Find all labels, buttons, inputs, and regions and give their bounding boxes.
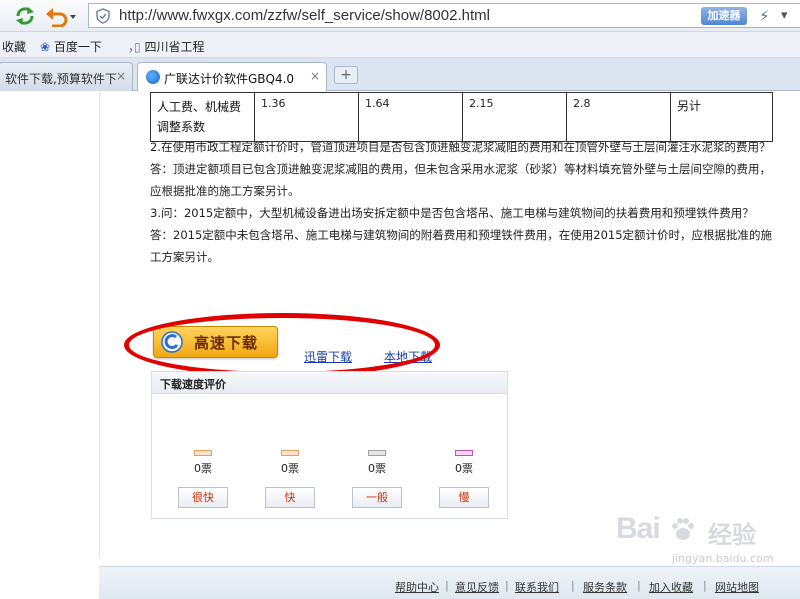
vote-count: 0票	[455, 462, 473, 475]
accelerator-button[interactable]: 加速器	[701, 7, 747, 25]
vote-slow-button[interactable]: 慢	[439, 487, 489, 508]
browser-toolbar: http://www.fwxgx.com/zzfw/self_service/s…	[0, 0, 800, 32]
bookmark-baidu[interactable]: ❀ 百度一下	[40, 38, 102, 55]
question-3: 3.问：2015定额中，大型机械设备进出场安拆定额中是否包含塔吊、施工电梯与建筑…	[150, 206, 754, 220]
rating-option-slow: 0票 慢	[434, 450, 494, 508]
table-cell-note: 另计	[670, 92, 773, 142]
vote-very-fast-button[interactable]: 很快	[178, 487, 228, 508]
tab-strip: 软件下载,预算软件下 × 广联达计价软件GBQ4.0 × +	[0, 58, 800, 91]
page-icon: ▯	[134, 40, 141, 54]
bookmarks-bar: 收藏 ❀ 百度一下 ， ▯ 四川省工程	[0, 32, 800, 58]
download-speed-rating-panel: 下载速度评价 0票 很快 0票 快 0票 一般 0票 慢	[151, 371, 508, 519]
footer-contact-link[interactable]: 联系我们	[515, 579, 559, 595]
table-row: 人工费、机械费调整系数 1.36 1.64 2.15 2.8 另计	[150, 92, 773, 142]
vote-bar	[455, 450, 473, 456]
rating-option-average: 0票 一般	[347, 450, 407, 508]
bookmark-baidu-label: 百度一下	[53, 40, 102, 54]
bookmark-sichuan[interactable]: ▯ 四川省工程	[134, 38, 204, 55]
footer-separator: |	[571, 579, 575, 592]
close-icon[interactable]: ×	[116, 69, 126, 83]
baidu-paw-icon: ❀	[40, 40, 51, 54]
vote-count: 0票	[194, 462, 212, 475]
rating-option-fast: 0票 快	[260, 450, 320, 508]
coefficient-table: 人工费、机械费调整系数 1.36 1.64 2.15 2.8 另计	[150, 92, 773, 142]
more-icon[interactable]: ▾	[781, 8, 788, 23]
footer-separator: |	[637, 579, 641, 592]
rating-header: 下载速度评价	[152, 372, 507, 394]
rating-title: 下载速度评价	[160, 378, 226, 391]
footer-separator: |	[445, 579, 449, 592]
vote-count: 0票	[281, 462, 299, 475]
close-icon[interactable]: ×	[310, 69, 320, 83]
baidu-paw-icon	[672, 518, 694, 540]
refresh-icon[interactable]	[14, 5, 36, 27]
watermark-brand: Bai	[616, 512, 661, 545]
tab-software-download[interactable]: 软件下载,预算软件下 ×	[0, 62, 133, 91]
vote-count: 0票	[368, 462, 386, 475]
tab-glodon-gbq[interactable]: 广联达计价软件GBQ4.0 ×	[137, 62, 327, 91]
table-cell-value: 1.64	[358, 92, 463, 142]
tab-label: 广联达计价软件GBQ4.0	[164, 72, 295, 86]
lightning-icon[interactable]: ⚡	[759, 7, 770, 25]
site-favicon-icon	[146, 70, 160, 84]
address-bar[interactable]: http://www.fwxgx.com/zzfw/self_service/s…	[88, 3, 800, 28]
table-cell-value: 1.36	[254, 92, 359, 142]
footer-bookmark-link[interactable]: 加入收藏	[649, 579, 693, 595]
table-cell-label: 人工费、机械费调整系数	[150, 92, 255, 142]
url-text[interactable]: http://www.fwxgx.com/zzfw/self_service/s…	[119, 7, 490, 24]
vote-fast-button[interactable]: 快	[265, 487, 315, 508]
content-left-border	[99, 92, 100, 558]
tab-label: 软件下载,预算软件下	[5, 72, 117, 86]
table-cell-value: 2.15	[462, 92, 567, 142]
bookmark-sichuan-label: 四川省工程	[144, 40, 205, 54]
answer-3: 答：2015定额中未包含塔吊、施工电梯与建筑物间的附着费用和预埋铁件费用，在使用…	[150, 228, 773, 264]
footer-help-link[interactable]: 帮助中心	[395, 579, 439, 595]
security-shield-icon	[96, 8, 110, 24]
answer-2: 答：顶进定额项目已包含顶进触变泥浆减阻的费用，但未包含采用水泥浆（砂浆）等材料填…	[150, 162, 771, 198]
highlight-oval	[124, 313, 440, 377]
footer-feedback-link[interactable]: 意见反馈	[455, 579, 499, 595]
rating-option-very-fast: 0票 很快	[173, 450, 233, 508]
new-tab-button[interactable]: +	[334, 66, 358, 84]
footer-separator: |	[703, 579, 707, 592]
vote-bar	[368, 450, 386, 456]
watermark-suffix: 经验	[708, 521, 756, 549]
question-2: 2.在使用市政工程定额计价时，管道顶进项目是否包含顶进触变泥浆减阻的费用和在顶管…	[150, 140, 771, 154]
vote-bar	[281, 450, 299, 456]
footer-terms-link[interactable]: 服务条款	[583, 579, 627, 595]
vote-bar	[194, 450, 212, 456]
footer-sitemap-link[interactable]: 网站地图	[715, 579, 759, 595]
faq-article: 2.在使用市政工程定额计价时，管道顶进项目是否包含顶进触变泥浆减阻的费用和在顶管…	[150, 136, 780, 268]
vote-average-button[interactable]: 一般	[352, 487, 402, 508]
baidu-jingyan-watermark: Bai 经验 jingyan.baidu.com	[616, 512, 786, 572]
undo-icon[interactable]	[44, 5, 80, 27]
bookmark-favorites[interactable]: 收藏	[2, 38, 26, 55]
watermark-url: jingyan.baidu.com	[672, 552, 774, 565]
table-cell-value: 2.8	[566, 92, 671, 142]
page-content: 人工费、机械费调整系数 1.36 1.64 2.15 2.8 另计 2.在使用市…	[0, 92, 800, 599]
footer-separator: |	[505, 579, 509, 592]
